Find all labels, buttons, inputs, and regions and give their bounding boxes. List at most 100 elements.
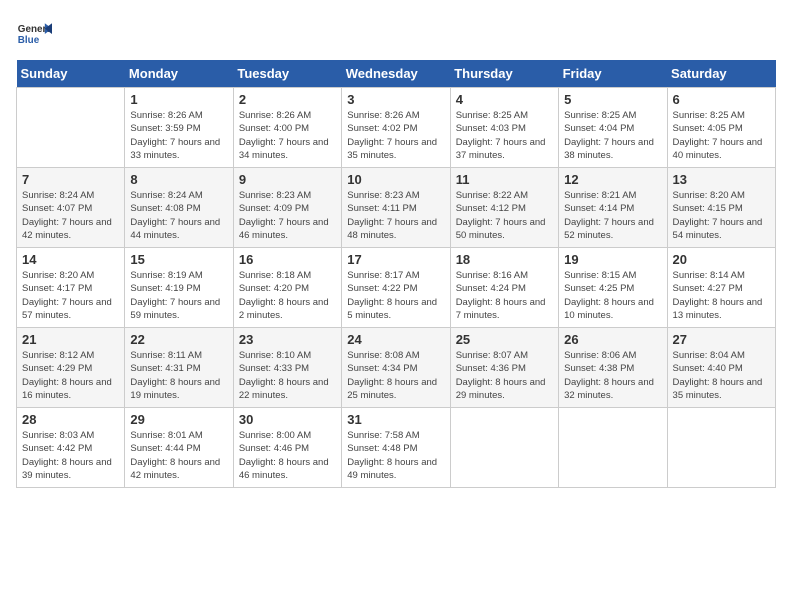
calendar-cell: 26 Sunrise: 8:06 AMSunset: 4:38 PMDaylig…: [559, 328, 667, 408]
calendar-cell: 6 Sunrise: 8:25 AMSunset: 4:05 PMDayligh…: [667, 88, 775, 168]
day-number: 23: [239, 332, 336, 347]
calendar-cell: 31 Sunrise: 7:58 AMSunset: 4:48 PMDaylig…: [342, 408, 450, 488]
day-info: Sunrise: 8:01 AMSunset: 4:44 PMDaylight:…: [130, 429, 227, 482]
calendar-cell: 11 Sunrise: 8:22 AMSunset: 4:12 PMDaylig…: [450, 168, 558, 248]
day-info: Sunrise: 8:24 AMSunset: 4:08 PMDaylight:…: [130, 189, 227, 242]
header-sunday: Sunday: [17, 60, 125, 88]
day-number: 1: [130, 92, 227, 107]
calendar-week-row: 14 Sunrise: 8:20 AMSunset: 4:17 PMDaylig…: [17, 248, 776, 328]
calendar-cell: 25 Sunrise: 8:07 AMSunset: 4:36 PMDaylig…: [450, 328, 558, 408]
day-number: 25: [456, 332, 553, 347]
page-header: General Blue: [16, 16, 776, 52]
day-info: Sunrise: 8:25 AMSunset: 4:05 PMDaylight:…: [673, 109, 770, 162]
calendar-cell: 4 Sunrise: 8:25 AMSunset: 4:03 PMDayligh…: [450, 88, 558, 168]
calendar-cell: 16 Sunrise: 8:18 AMSunset: 4:20 PMDaylig…: [233, 248, 341, 328]
day-info: Sunrise: 8:24 AMSunset: 4:07 PMDaylight:…: [22, 189, 119, 242]
header-saturday: Saturday: [667, 60, 775, 88]
day-number: 27: [673, 332, 770, 347]
calendar-cell: 12 Sunrise: 8:21 AMSunset: 4:14 PMDaylig…: [559, 168, 667, 248]
day-info: Sunrise: 8:03 AMSunset: 4:42 PMDaylight:…: [22, 429, 119, 482]
header-friday: Friday: [559, 60, 667, 88]
day-info: Sunrise: 8:08 AMSunset: 4:34 PMDaylight:…: [347, 349, 444, 402]
day-info: Sunrise: 8:10 AMSunset: 4:33 PMDaylight:…: [239, 349, 336, 402]
day-info: Sunrise: 8:12 AMSunset: 4:29 PMDaylight:…: [22, 349, 119, 402]
day-info: Sunrise: 8:17 AMSunset: 4:22 PMDaylight:…: [347, 269, 444, 322]
day-info: Sunrise: 8:23 AMSunset: 4:11 PMDaylight:…: [347, 189, 444, 242]
day-info: Sunrise: 8:04 AMSunset: 4:40 PMDaylight:…: [673, 349, 770, 402]
calendar-cell: 7 Sunrise: 8:24 AMSunset: 4:07 PMDayligh…: [17, 168, 125, 248]
calendar-cell: 8 Sunrise: 8:24 AMSunset: 4:08 PMDayligh…: [125, 168, 233, 248]
calendar-cell: 17 Sunrise: 8:17 AMSunset: 4:22 PMDaylig…: [342, 248, 450, 328]
day-number: 15: [130, 252, 227, 267]
day-number: 20: [673, 252, 770, 267]
day-number: 31: [347, 412, 444, 427]
day-number: 26: [564, 332, 661, 347]
day-info: Sunrise: 8:06 AMSunset: 4:38 PMDaylight:…: [564, 349, 661, 402]
calendar-header-row: SundayMondayTuesdayWednesdayThursdayFrid…: [17, 60, 776, 88]
calendar-table: SundayMondayTuesdayWednesdayThursdayFrid…: [16, 60, 776, 488]
calendar-cell: 29 Sunrise: 8:01 AMSunset: 4:44 PMDaylig…: [125, 408, 233, 488]
calendar-cell: 30 Sunrise: 8:00 AMSunset: 4:46 PMDaylig…: [233, 408, 341, 488]
calendar-cell: 19 Sunrise: 8:15 AMSunset: 4:25 PMDaylig…: [559, 248, 667, 328]
header-monday: Monday: [125, 60, 233, 88]
day-number: 24: [347, 332, 444, 347]
day-number: 6: [673, 92, 770, 107]
day-info: Sunrise: 8:25 AMSunset: 4:04 PMDaylight:…: [564, 109, 661, 162]
calendar-cell: 2 Sunrise: 8:26 AMSunset: 4:00 PMDayligh…: [233, 88, 341, 168]
logo: General Blue: [16, 16, 52, 52]
calendar-cell: 23 Sunrise: 8:10 AMSunset: 4:33 PMDaylig…: [233, 328, 341, 408]
day-number: 30: [239, 412, 336, 427]
header-wednesday: Wednesday: [342, 60, 450, 88]
calendar-cell: 15 Sunrise: 8:19 AMSunset: 4:19 PMDaylig…: [125, 248, 233, 328]
calendar-cell: [559, 408, 667, 488]
day-number: 2: [239, 92, 336, 107]
calendar-cell: 14 Sunrise: 8:20 AMSunset: 4:17 PMDaylig…: [17, 248, 125, 328]
day-number: 28: [22, 412, 119, 427]
day-info: Sunrise: 8:26 AMSunset: 4:00 PMDaylight:…: [239, 109, 336, 162]
day-number: 13: [673, 172, 770, 187]
header-tuesday: Tuesday: [233, 60, 341, 88]
day-info: Sunrise: 8:00 AMSunset: 4:46 PMDaylight:…: [239, 429, 336, 482]
calendar-cell: 3 Sunrise: 8:26 AMSunset: 4:02 PMDayligh…: [342, 88, 450, 168]
calendar-week-row: 28 Sunrise: 8:03 AMSunset: 4:42 PMDaylig…: [17, 408, 776, 488]
day-number: 4: [456, 92, 553, 107]
calendar-cell: 5 Sunrise: 8:25 AMSunset: 4:04 PMDayligh…: [559, 88, 667, 168]
day-info: Sunrise: 8:23 AMSunset: 4:09 PMDaylight:…: [239, 189, 336, 242]
day-number: 9: [239, 172, 336, 187]
day-number: 22: [130, 332, 227, 347]
calendar-cell: 18 Sunrise: 8:16 AMSunset: 4:24 PMDaylig…: [450, 248, 558, 328]
day-number: 17: [347, 252, 444, 267]
day-number: 8: [130, 172, 227, 187]
day-number: 10: [347, 172, 444, 187]
calendar-week-row: 7 Sunrise: 8:24 AMSunset: 4:07 PMDayligh…: [17, 168, 776, 248]
day-info: Sunrise: 8:18 AMSunset: 4:20 PMDaylight:…: [239, 269, 336, 322]
calendar-cell: 28 Sunrise: 8:03 AMSunset: 4:42 PMDaylig…: [17, 408, 125, 488]
header-thursday: Thursday: [450, 60, 558, 88]
day-info: Sunrise: 8:07 AMSunset: 4:36 PMDaylight:…: [456, 349, 553, 402]
calendar-cell: 21 Sunrise: 8:12 AMSunset: 4:29 PMDaylig…: [17, 328, 125, 408]
svg-text:Blue: Blue: [18, 35, 40, 46]
calendar-cell: [450, 408, 558, 488]
day-info: Sunrise: 8:15 AMSunset: 4:25 PMDaylight:…: [564, 269, 661, 322]
day-info: Sunrise: 8:11 AMSunset: 4:31 PMDaylight:…: [130, 349, 227, 402]
day-info: Sunrise: 8:26 AMSunset: 4:02 PMDaylight:…: [347, 109, 444, 162]
calendar-week-row: 1 Sunrise: 8:26 AMSunset: 3:59 PMDayligh…: [17, 88, 776, 168]
day-info: Sunrise: 8:25 AMSunset: 4:03 PMDaylight:…: [456, 109, 553, 162]
calendar-cell: 10 Sunrise: 8:23 AMSunset: 4:11 PMDaylig…: [342, 168, 450, 248]
day-number: 14: [22, 252, 119, 267]
day-info: Sunrise: 8:22 AMSunset: 4:12 PMDaylight:…: [456, 189, 553, 242]
day-number: 21: [22, 332, 119, 347]
day-info: Sunrise: 8:14 AMSunset: 4:27 PMDaylight:…: [673, 269, 770, 322]
day-number: 19: [564, 252, 661, 267]
day-number: 3: [347, 92, 444, 107]
day-info: Sunrise: 7:58 AMSunset: 4:48 PMDaylight:…: [347, 429, 444, 482]
day-number: 12: [564, 172, 661, 187]
calendar-cell: 22 Sunrise: 8:11 AMSunset: 4:31 PMDaylig…: [125, 328, 233, 408]
calendar-cell: 20 Sunrise: 8:14 AMSunset: 4:27 PMDaylig…: [667, 248, 775, 328]
calendar-cell: 9 Sunrise: 8:23 AMSunset: 4:09 PMDayligh…: [233, 168, 341, 248]
day-info: Sunrise: 8:26 AMSunset: 3:59 PMDaylight:…: [130, 109, 227, 162]
calendar-cell: 1 Sunrise: 8:26 AMSunset: 3:59 PMDayligh…: [125, 88, 233, 168]
day-info: Sunrise: 8:20 AMSunset: 4:15 PMDaylight:…: [673, 189, 770, 242]
calendar-cell: [667, 408, 775, 488]
calendar-cell: 27 Sunrise: 8:04 AMSunset: 4:40 PMDaylig…: [667, 328, 775, 408]
